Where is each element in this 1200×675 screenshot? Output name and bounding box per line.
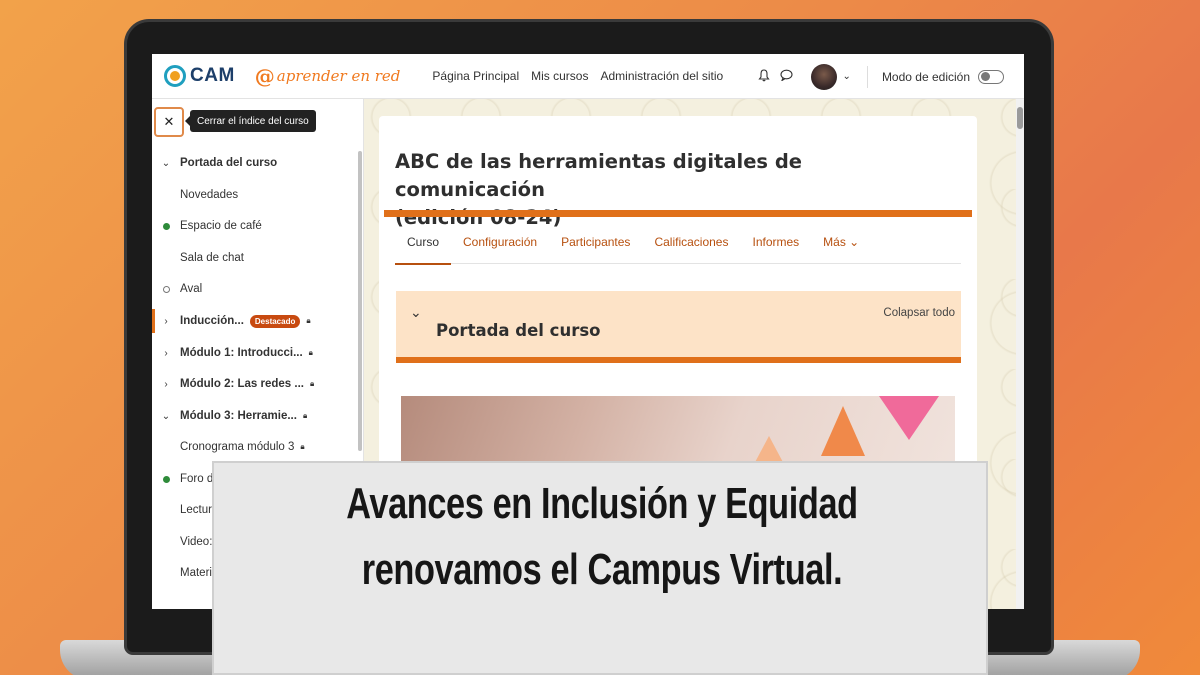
completed-dot-icon [162, 475, 170, 483]
course-tabs: Curso Configuración Participantes Califi… [395, 220, 961, 265]
sidebar-item-espacio-cafe[interactable]: Espacio de café [152, 214, 357, 238]
collapse-all-link[interactable]: Colapsar todo [883, 307, 955, 319]
chevron-down-icon[interactable]: ⌄ [152, 411, 180, 422]
sidebar-item-aval[interactable]: Aval [152, 277, 357, 301]
sidebar-item-label: Portada del curso [180, 157, 278, 169]
headline-line-2: renovamos el Campus Virtual. [361, 545, 843, 594]
lock-icon: 🔒︎ [306, 316, 311, 325]
tab-informes[interactable]: Informes [740, 220, 811, 264]
aprender-en-red-text: aprender en red [276, 67, 401, 85]
headline-banner: Avances en Inclusión y Equidad renovamos… [212, 461, 988, 675]
sidebar-scrollbar[interactable] [358, 151, 362, 451]
sidebar-item-modulo-1[interactable]: › Módulo 1: Introducci... 🔒︎ [152, 341, 357, 365]
tab-calificaciones[interactable]: Calificaciones [642, 220, 740, 264]
sidebar-item-label: Módulo 3: Herramie... [180, 410, 297, 422]
headline-line-1: Avances en Inclusión y Equidad [346, 479, 858, 528]
sidebar-item-label: Aval [180, 283, 203, 295]
lock-icon: 🔒︎ [309, 379, 315, 388]
cam-logo-icon [164, 65, 186, 87]
sidebar-item-label: Inducción... [180, 315, 244, 327]
sidebar-item-label: Módulo 2: Las redes ... [180, 378, 304, 390]
edit-mode-toggle[interactable] [978, 69, 1004, 84]
chevron-down-icon[interactable]: ⌄ [410, 305, 422, 321]
sidebar-item-novedades[interactable]: Novedades [152, 183, 357, 207]
sidebar-item-label: Video: [180, 536, 213, 548]
navbar-divider [866, 65, 868, 88]
lock-icon: 🔒︎ [308, 348, 313, 357]
sidebar-item-label: Cronograma módulo 3 [180, 441, 295, 453]
sidebar-item-label: Sala de chat [180, 252, 244, 264]
section-header-portada: ⌄ Portada del curso Colapsar todo [396, 291, 961, 363]
sidebar-item-modulo-2[interactable]: › Módulo 2: Las redes ... 🔒︎ [152, 372, 357, 396]
incomplete-circle-icon [162, 285, 170, 293]
course-title-line-1: ABC de las herramientas digitales de com… [395, 150, 803, 201]
at-sign-icon: @ [254, 64, 275, 88]
tab-curso[interactable]: Curso [395, 220, 452, 265]
sidebar-item-label: Foro d [180, 473, 214, 485]
avatar[interactable] [810, 63, 837, 90]
chevron-right-icon[interactable]: › [152, 348, 180, 359]
close-index-tooltip: Cerrar el índice del curso [185, 110, 316, 132]
sidebar-item-label: Espacio de café [180, 220, 262, 232]
orange-triangle-shape [821, 406, 865, 456]
pink-triangle-shape [879, 396, 939, 440]
highlighted-badge: Destacado [249, 314, 301, 328]
sidebar-item-label: Materi [180, 567, 212, 579]
chat-icon[interactable] [779, 69, 793, 84]
tab-participantes[interactable]: Participantes [549, 220, 642, 264]
close-index-button[interactable]: ✕ [154, 107, 184, 137]
chevron-right-icon[interactable]: › [152, 316, 180, 327]
nav-link-home[interactable]: Página Principal [432, 69, 519, 83]
tab-mas[interactable]: Más ⌄ [811, 220, 871, 264]
close-icon: ✕ [163, 114, 175, 130]
chevron-down-icon[interactable]: ⌄ [843, 71, 851, 82]
sidebar-item-label: Lectur [180, 504, 212, 516]
sidebar-item-label: Módulo 1: Introducci... [180, 347, 303, 359]
lock-icon: 🔒︎ [302, 411, 308, 420]
sidebar-item-induccion[interactable]: › Inducción... Destacado 🔒︎ [152, 309, 357, 333]
aprender-en-red-logo[interactable]: @ aprender en red [255, 64, 401, 88]
header-accent-line [384, 210, 972, 217]
completed-dot-icon [162, 222, 170, 230]
page-scrollbar-thumb[interactable] [1017, 107, 1023, 129]
cam-logo[interactable]: CAM [164, 65, 235, 87]
sidebar-item-portada[interactable]: ⌄ Portada del curso [152, 151, 357, 175]
chevron-down-icon[interactable]: ⌄ [152, 158, 180, 169]
lock-icon: 🔒︎ [300, 442, 305, 451]
nav-link-site-admin[interactable]: Administración del sitio [600, 69, 723, 83]
tab-configuracion[interactable]: Configuración [451, 220, 549, 264]
page-scrollbar[interactable] [1016, 99, 1024, 609]
top-navbar: CAM @ aprender en red Página Principal M… [152, 54, 1024, 99]
user-menu-area: ⌄ Modo de edición [748, 54, 1004, 99]
sidebar-item-label: Novedades [180, 189, 239, 201]
section-title: Portada del curso [436, 321, 601, 340]
nav-link-my-courses[interactable]: Mis cursos [531, 69, 588, 83]
cam-logo-text: CAM [190, 65, 235, 86]
edit-mode-label: Modo de edición [881, 69, 970, 84]
primary-navigation: Página Principal Mis cursos Administraci… [432, 69, 723, 83]
sidebar-item-sala-chat[interactable]: Sala de chat [152, 246, 357, 270]
chevron-right-icon[interactable]: › [152, 379, 180, 390]
sidebar-item-cronograma[interactable]: Cronograma módulo 3 🔒︎ [152, 435, 357, 459]
bell-icon[interactable] [757, 68, 770, 85]
sidebar-item-modulo-3[interactable]: ⌄ Módulo 3: Herramie... 🔒︎ [152, 404, 357, 428]
